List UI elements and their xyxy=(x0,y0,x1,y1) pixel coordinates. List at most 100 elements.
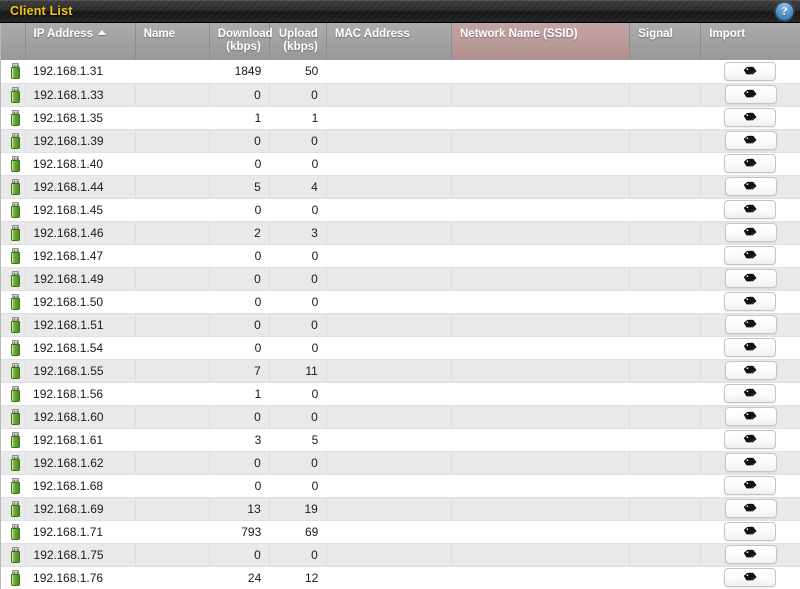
cell-network-name xyxy=(451,497,631,521)
cell-name xyxy=(135,497,210,521)
tag-icon xyxy=(743,526,757,535)
column-header-import[interactable]: Import xyxy=(700,23,800,60)
import-button[interactable] xyxy=(724,430,777,449)
row-status-cell xyxy=(1,129,26,153)
column-header-mac-address[interactable]: MAC Address xyxy=(326,23,453,60)
client-device-icon xyxy=(11,408,20,425)
cell-mac-address xyxy=(326,520,452,544)
cell-signal xyxy=(629,566,701,589)
tag-icon xyxy=(743,434,757,443)
column-header-name[interactable]: Name xyxy=(135,23,210,60)
table-row[interactable]: 192.168.1.40 0 0 xyxy=(1,152,800,176)
import-button[interactable] xyxy=(724,338,777,357)
column-header-ip-address[interactable]: IP Address xyxy=(25,23,136,60)
import-button[interactable] xyxy=(724,246,777,265)
import-button[interactable] xyxy=(724,499,777,518)
client-device-icon xyxy=(11,293,20,310)
cell-ip-address: 192.168.1.68 xyxy=(25,474,136,498)
import-button[interactable] xyxy=(724,361,777,380)
cell-ip-address: 192.168.1.76 xyxy=(25,566,136,589)
row-status-cell xyxy=(1,152,26,176)
cell-ip-address: 192.168.1.75 xyxy=(25,543,136,567)
import-button[interactable] xyxy=(724,476,777,495)
table-row[interactable]: 192.168.1.75 0 0 xyxy=(1,543,800,567)
table-row[interactable]: 192.168.1.54 0 0 xyxy=(1,336,800,360)
table-row[interactable]: 192.168.1.71 793 69 xyxy=(1,520,800,544)
client-device-icon xyxy=(11,546,20,563)
cell-upload: 0 xyxy=(269,290,327,314)
import-button[interactable] xyxy=(724,200,777,219)
cell-ip-address: 192.168.1.60 xyxy=(25,405,136,429)
cell-import xyxy=(700,60,800,84)
column-header-network-name[interactable]: Network Name (SSID) xyxy=(451,23,631,60)
table-row[interactable]: 192.168.1.61 3 5 xyxy=(1,428,800,452)
table-row[interactable]: 192.168.1.45 0 0 xyxy=(1,198,800,222)
row-status-cell xyxy=(1,543,26,567)
tag-icon xyxy=(743,480,757,489)
table-row[interactable]: 192.168.1.60 0 0 xyxy=(1,405,800,429)
tag-icon xyxy=(743,135,757,144)
table-row[interactable]: 192.168.1.62 0 0 xyxy=(1,451,800,475)
table-row[interactable]: 192.168.1.55 7 11 xyxy=(1,359,800,383)
help-circle-icon[interactable]: ? xyxy=(775,1,794,21)
table-row[interactable]: 192.168.1.33 0 0 xyxy=(1,83,800,107)
import-button[interactable] xyxy=(724,453,777,472)
table-row[interactable]: 192.168.1.31 1849 50 xyxy=(1,60,800,84)
column-header-signal[interactable]: Signal xyxy=(629,23,702,60)
cell-mac-address xyxy=(326,60,452,84)
row-status-cell xyxy=(1,520,26,544)
cell-download: 3 xyxy=(209,428,270,452)
cell-network-name xyxy=(451,152,630,176)
table-row[interactable]: 192.168.1.49 0 0 xyxy=(1,267,800,291)
client-device-icon xyxy=(11,63,20,80)
table-row[interactable]: 192.168.1.47 0 0 xyxy=(1,244,800,268)
import-button[interactable] xyxy=(724,407,777,426)
cell-upload: 69 xyxy=(269,520,327,544)
import-button[interactable] xyxy=(724,568,777,587)
table-row[interactable]: 192.168.1.56 1 0 xyxy=(1,382,800,406)
import-button[interactable] xyxy=(724,108,777,127)
import-button[interactable] xyxy=(724,131,777,150)
import-button[interactable] xyxy=(724,223,777,242)
import-button[interactable] xyxy=(724,384,777,403)
column-header-upload[interactable]: Upload (kbps) xyxy=(269,23,327,60)
cell-mac-address xyxy=(326,152,452,176)
column-header-download[interactable]: Download (kbps) xyxy=(209,23,273,60)
table-row[interactable]: 192.168.1.44 5 4 xyxy=(1,175,800,199)
table-row[interactable]: 192.168.1.51 0 0 xyxy=(1,313,800,337)
table-row[interactable]: 192.168.1.35 1 1 xyxy=(1,106,800,130)
cell-ip-address: 192.168.1.51 xyxy=(25,313,136,337)
tag-icon xyxy=(743,66,757,75)
client-table-scroll[interactable]: IP Address Name Download (kbps) Upload (… xyxy=(0,23,800,589)
table-row[interactable]: 192.168.1.68 0 0 xyxy=(1,474,800,498)
client-device-icon xyxy=(11,155,20,172)
row-status-cell xyxy=(1,198,26,222)
tag-icon xyxy=(743,572,757,581)
client-device-icon xyxy=(11,224,20,241)
client-device-icon xyxy=(11,523,20,540)
table-row[interactable]: 192.168.1.76 24 12 xyxy=(1,566,800,589)
import-button[interactable] xyxy=(724,522,777,541)
table-row[interactable]: 192.168.1.69 13 19 xyxy=(1,497,800,521)
import-button[interactable] xyxy=(724,61,777,81)
cell-signal xyxy=(629,244,701,268)
import-button[interactable] xyxy=(724,315,777,334)
cell-download: 0 xyxy=(209,451,270,475)
import-button[interactable] xyxy=(724,154,777,173)
table-row[interactable]: 192.168.1.50 0 0 xyxy=(1,290,800,314)
import-button[interactable] xyxy=(724,292,777,311)
cell-signal xyxy=(629,497,702,521)
table-row[interactable]: 192.168.1.46 2 3 xyxy=(1,221,800,245)
cell-network-name xyxy=(451,129,631,153)
cell-mac-address xyxy=(326,474,452,498)
import-button[interactable] xyxy=(724,545,777,564)
import-button[interactable] xyxy=(724,85,777,104)
import-button[interactable] xyxy=(724,269,777,288)
cell-download: 0 xyxy=(209,290,270,314)
table-row[interactable]: 192.168.1.39 0 0 xyxy=(1,129,800,153)
cell-signal xyxy=(629,221,702,245)
import-button[interactable] xyxy=(724,177,777,196)
client-device-icon xyxy=(11,178,20,195)
column-header-status[interactable] xyxy=(1,23,26,60)
tag-icon xyxy=(743,250,757,259)
